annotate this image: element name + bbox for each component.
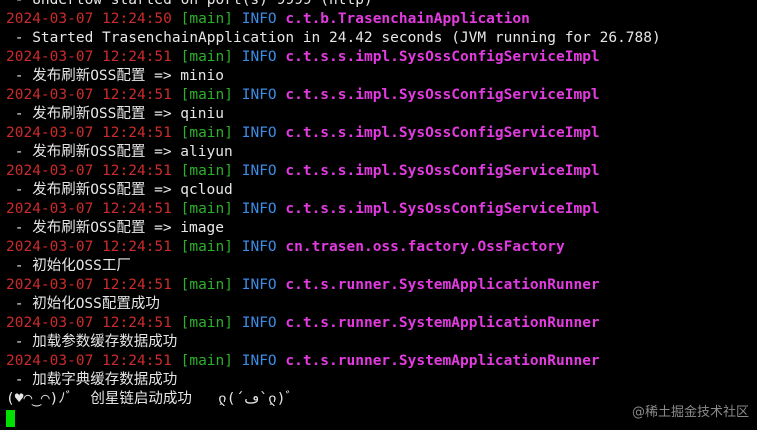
log-logger: c.t.s.runner.SystemApplicationRunner	[285, 315, 600, 331]
log-entry-header: 2024-03-07 12:24:51 [main] INFO cn.trase…	[6, 238, 757, 257]
log-thread: [main]	[180, 353, 233, 369]
log-thread: [main]	[180, 163, 233, 179]
log-thread: [main]	[180, 11, 233, 27]
log-logger: c.t.b.TrasenchainApplication	[285, 11, 530, 27]
log-message: - 加载字典缓存数据成功	[6, 372, 178, 388]
log-entry-header: 2024-03-07 12:24:51 [main] INFO c.t.s.ru…	[6, 314, 757, 333]
terminal-output[interactable]: - Undertow started on port(s) 9999 (http…	[0, 0, 757, 428]
log-entry-header: 2024-03-07 12:24:51 [main] INFO c.t.s.s.…	[6, 200, 757, 219]
log-level: INFO	[241, 353, 277, 369]
log-timestamp: 2024-03-07 12:24:51	[6, 277, 172, 293]
log-level: INFO	[241, 49, 277, 65]
log-message: - 发布刷新OSS配置 => image	[6, 220, 224, 236]
log-line-partial: - Undertow started on port(s) 9999 (http…	[6, 0, 373, 8]
log-timestamp: 2024-03-07 12:24:51	[6, 353, 172, 369]
log-timestamp: 2024-03-07 12:24:50	[6, 11, 172, 27]
log-message: - 初始化OSS工厂	[6, 258, 131, 274]
log-level: INFO	[241, 87, 277, 103]
log-logger: c.t.s.s.impl.SysOssConfigServiceImpl	[285, 87, 600, 103]
log-entry-header: 2024-03-07 12:24:50 [main] INFO c.t.b.Tr…	[6, 10, 757, 29]
log-message: - Started TrasenchainApplication in 24.4…	[6, 30, 661, 46]
log-logger: c.t.s.s.impl.SysOssConfigServiceImpl	[285, 125, 600, 141]
log-thread: [main]	[180, 277, 233, 293]
log-thread: [main]	[180, 315, 233, 331]
log-message: - 加载参数缓存数据成功	[6, 334, 178, 350]
log-logger: c.t.s.s.impl.SysOssConfigServiceImpl	[285, 49, 600, 65]
log-entries: 2024-03-07 12:24:50 [main] INFO c.t.b.Tr…	[6, 10, 757, 390]
log-message: - 发布刷新OSS配置 => qiniu	[6, 106, 224, 122]
terminal-cursor	[6, 409, 15, 427]
log-level: INFO	[241, 163, 277, 179]
log-entry-header: 2024-03-07 12:24:51 [main] INFO c.t.s.s.…	[6, 124, 757, 143]
log-timestamp: 2024-03-07 12:24:51	[6, 163, 172, 179]
log-timestamp: 2024-03-07 12:24:51	[6, 201, 172, 217]
log-entry-header: 2024-03-07 12:24:51 [main] INFO c.t.s.s.…	[6, 48, 757, 67]
log-message: - 发布刷新OSS配置 => aliyun	[6, 144, 233, 160]
log-thread: [main]	[180, 125, 233, 141]
log-timestamp: 2024-03-07 12:24:51	[6, 239, 172, 255]
watermark: @稀土掘金技术社区	[631, 405, 749, 420]
log-message: - 初始化OSS配置成功	[6, 296, 160, 312]
log-timestamp: 2024-03-07 12:24:51	[6, 87, 172, 103]
log-timestamp: 2024-03-07 12:24:51	[6, 315, 172, 331]
log-level: INFO	[241, 239, 277, 255]
log-logger: c.t.s.runner.SystemApplicationRunner	[285, 353, 600, 369]
log-message: - 发布刷新OSS配置 => minio	[6, 68, 224, 84]
log-logger: c.t.s.runner.SystemApplicationRunner	[285, 277, 600, 293]
log-logger: cn.trasen.oss.factory.OssFactory	[285, 239, 565, 255]
log-thread: [main]	[180, 87, 233, 103]
log-entry-header: 2024-03-07 12:24:51 [main] INFO c.t.s.ru…	[6, 352, 757, 371]
log-level: INFO	[241, 201, 277, 217]
log-level: INFO	[241, 11, 277, 27]
log-level: INFO	[241, 315, 277, 331]
log-level: INFO	[241, 277, 277, 293]
log-entry-header: 2024-03-07 12:24:51 [main] INFO c.t.s.s.…	[6, 86, 757, 105]
log-timestamp: 2024-03-07 12:24:51	[6, 49, 172, 65]
log-thread: [main]	[180, 201, 233, 217]
log-thread: [main]	[180, 239, 233, 255]
log-timestamp: 2024-03-07 12:24:51	[6, 125, 172, 141]
log-thread: [main]	[180, 49, 233, 65]
log-message: - 发布刷新OSS配置 => qcloud	[6, 182, 233, 198]
log-level: INFO	[241, 125, 277, 141]
log-entry-header: 2024-03-07 12:24:51 [main] INFO c.t.s.ru…	[6, 276, 757, 295]
log-logger: c.t.s.s.impl.SysOssConfigServiceImpl	[285, 163, 600, 179]
log-entry-header: 2024-03-07 12:24:51 [main] INFO c.t.s.s.…	[6, 162, 757, 181]
log-logger: c.t.s.s.impl.SysOssConfigServiceImpl	[285, 201, 600, 217]
